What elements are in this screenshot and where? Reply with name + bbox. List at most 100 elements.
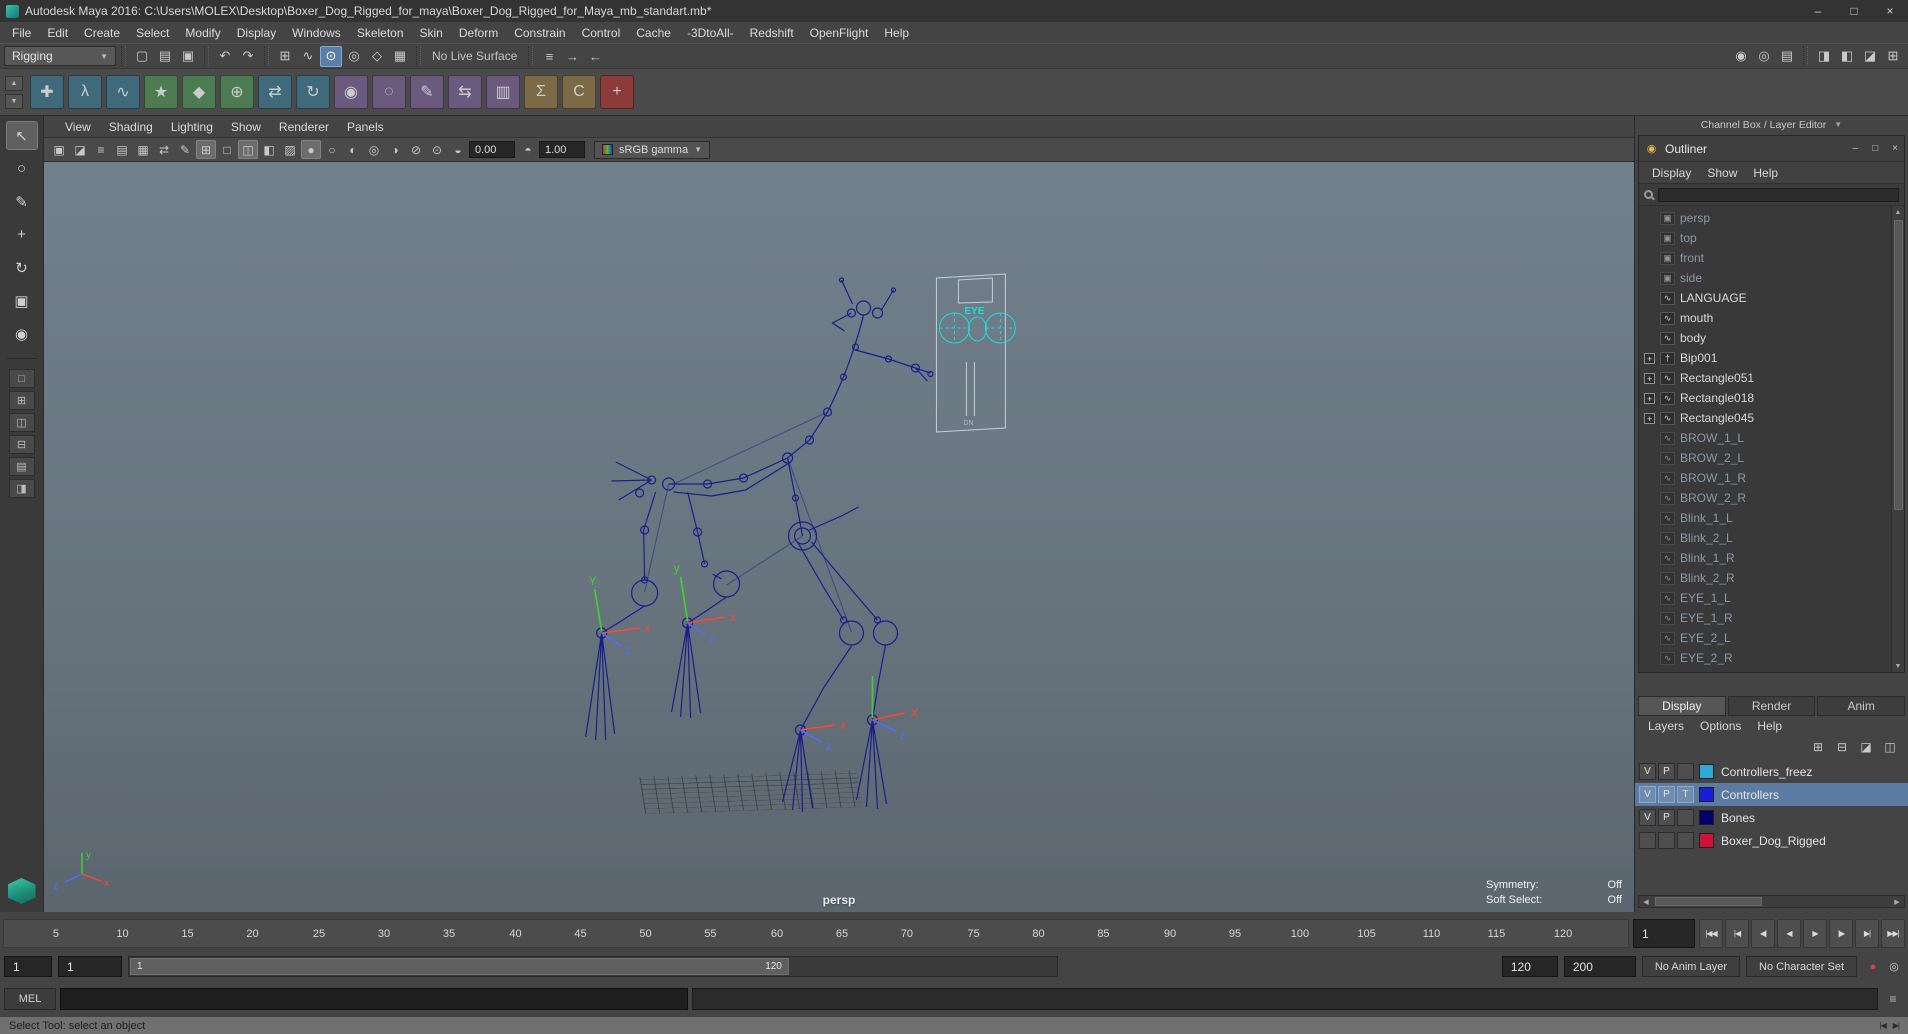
outliner-menu-help[interactable]: Help	[1745, 165, 1786, 181]
layer-visibility-cell[interactable]: V	[1639, 763, 1656, 780]
scroll-down-icon[interactable]: ▼	[1895, 660, 1902, 672]
ipr-render-icon[interactable]: ◎	[1753, 46, 1775, 67]
outliner-search-input[interactable]	[1658, 187, 1899, 202]
expand-icon[interactable]	[1644, 233, 1655, 244]
anim-layer-select[interactable]: No Anim Layer	[1641, 956, 1741, 977]
outliner-item[interactable]: ▣ top	[1639, 228, 1891, 248]
image-plane-icon[interactable]: ▦	[133, 140, 153, 159]
panel-menu-renderer[interactable]: Renderer	[270, 118, 338, 136]
outliner-maximize-button[interactable]: □	[1872, 143, 1878, 154]
wireframe-mode-icon[interactable]: ○	[322, 140, 342, 159]
shadows-toggle-icon[interactable]: ◑	[385, 140, 405, 159]
shelf-paint-skin-weights-icon[interactable]: ✎	[410, 75, 444, 109]
layer-playback-cell[interactable]: P	[1658, 809, 1675, 826]
animation-end-field[interactable]: 200	[1563, 956, 1636, 977]
four-pane-layout-button[interactable]: ⊞	[8, 391, 35, 410]
show-tool-settings-icon[interactable]: ◧	[1836, 46, 1858, 67]
outliner-item[interactable]: ∿ EYE_2_L	[1639, 628, 1891, 648]
playback-end-field[interactable]: 120	[1501, 956, 1558, 977]
outliner-item[interactable]: ∿ BROW_2_L	[1639, 448, 1891, 468]
layer-menu-options[interactable]: Options	[1692, 718, 1749, 734]
shelf-orient-joint-icon[interactable]: ↻	[296, 75, 330, 109]
outliner-item[interactable]: ∿ mouth	[1639, 308, 1891, 328]
outliner-item[interactable]: + † Bip001	[1639, 348, 1891, 368]
character-set-select[interactable]: No Character Set	[1746, 956, 1857, 977]
command-input[interactable]	[60, 988, 688, 1010]
menu-modify[interactable]: Modify	[177, 24, 228, 42]
bookmarks-icon[interactable]: ▤	[112, 140, 132, 159]
outliner-item[interactable]: ∿ Blink_1_R	[1639, 548, 1891, 568]
shelf-humanik-icon[interactable]: ◆	[182, 75, 216, 109]
expand-icon[interactable]	[1644, 273, 1655, 284]
expand-icon[interactable]: +	[1644, 352, 1655, 364]
gamma-icon[interactable]: ◓	[518, 140, 538, 159]
tab-render[interactable]: Render	[1727, 696, 1816, 716]
expand-icon[interactable]	[1644, 333, 1655, 344]
menu-constrain[interactable]: Constrain	[506, 24, 573, 42]
expand-icon[interactable]: +	[1644, 412, 1655, 424]
persp-graph-layout-button[interactable]: ⊟	[8, 435, 35, 454]
make-live-icon[interactable]: ▦	[389, 46, 411, 67]
menu-3dtoall[interactable]: -3DtoAll-	[679, 24, 742, 42]
play-backwards-button[interactable]: ◀	[1777, 919, 1801, 948]
soft-mod-tool-button[interactable]: ◉	[6, 319, 38, 348]
menu-deform[interactable]: Deform	[451, 24, 506, 42]
add-selected-layer-button[interactable]: ⊟	[1832, 738, 1852, 756]
range-slider[interactable]: 1 120	[128, 956, 1058, 977]
xray-mode-icon[interactable]: ⊘	[406, 140, 426, 159]
layer-menu-help[interactable]: Help	[1749, 718, 1790, 734]
gate-mask-icon[interactable]: ◧	[259, 140, 279, 159]
outliner-item[interactable]: ∿ Blink_2_R	[1639, 568, 1891, 588]
show-modeling-toolkit-icon[interactable]: ⊞	[1882, 46, 1904, 67]
gamma-field[interactable]: 1.00	[539, 141, 585, 158]
tab-anim[interactable]: Anim	[1817, 696, 1906, 716]
snap-to-projected-center-icon[interactable]: ◎	[343, 46, 365, 67]
open-scene-icon[interactable]: ▤	[154, 46, 176, 67]
step-back-key-button[interactable]: |◀	[1725, 919, 1749, 948]
layer-color-swatch[interactable]	[1699, 810, 1714, 825]
textured-mode-icon[interactable]: ◐	[343, 140, 363, 159]
layer-menu-layers[interactable]: Layers	[1640, 718, 1692, 734]
exposure-icon[interactable]: ◒	[448, 140, 468, 159]
menu-openflight[interactable]: OpenFlight	[802, 24, 877, 42]
outliner-item[interactable]: ∿ LANGUAGE	[1639, 288, 1891, 308]
command-output[interactable]	[692, 988, 1878, 1010]
layer-color-swatch[interactable]	[1699, 833, 1714, 848]
expand-icon[interactable]	[1644, 253, 1655, 264]
go-to-start-button[interactable]: |◀◀	[1699, 919, 1723, 948]
expand-icon[interactable]	[1644, 613, 1655, 624]
rotate-tool-button[interactable]: ↻	[6, 253, 38, 282]
current-frame-field[interactable]: 1	[1633, 919, 1695, 948]
animation-start-field[interactable]: 1	[4, 956, 52, 977]
shelf-mirror-joint-icon[interactable]: ⇄	[258, 75, 292, 109]
show-attribute-editor-icon[interactable]: ◨	[1813, 46, 1835, 67]
channel-box-layer-editor-header[interactable]: Channel Box / Layer Editor ▼	[1635, 116, 1908, 133]
menu-select[interactable]: Select	[128, 24, 177, 42]
playback-range-bar[interactable]: 1 120	[130, 958, 789, 975]
expand-icon[interactable]	[1644, 473, 1655, 484]
save-scene-icon[interactable]: ▣	[177, 46, 199, 67]
auto-keyframe-toggle-icon[interactable]: ●	[1863, 957, 1883, 977]
scrollbar-thumb[interactable]	[1655, 897, 1762, 906]
view-transform-select[interactable]: sRGB gamma ▼	[594, 140, 710, 159]
next-key-mini-icon[interactable]: ▶|	[1893, 1021, 1900, 1030]
shelf-cluster-icon[interactable]: C	[562, 75, 596, 109]
expand-icon[interactable]	[1644, 513, 1655, 524]
shelf-prev-tab-icon[interactable]: ▲	[5, 75, 23, 91]
outliner-item[interactable]: + ∿ Rectangle045	[1639, 408, 1891, 428]
go-to-end-button[interactable]: ▶▶|	[1881, 919, 1905, 948]
menu-help[interactable]: Help	[876, 24, 917, 42]
select-tool-button[interactable]: ↖	[5, 121, 38, 150]
layer-color-swatch[interactable]	[1699, 787, 1714, 802]
grease-pencil-icon[interactable]: ✎	[175, 140, 195, 159]
outliner-menu-show[interactable]: Show	[1699, 165, 1745, 181]
menu-cache[interactable]: Cache	[628, 24, 679, 42]
menu-skin[interactable]: Skin	[412, 24, 451, 42]
snap-to-view-plane-icon[interactable]: ◇	[366, 46, 388, 67]
scroll-right-icon[interactable]: ▶	[1890, 896, 1904, 907]
outliner-item[interactable]: ∿ Blink_1_L	[1639, 508, 1891, 528]
expand-icon[interactable]	[1644, 573, 1655, 584]
layer-visibility-cell[interactable]: V	[1639, 786, 1656, 803]
grid-toggle-icon[interactable]: ⊞	[196, 140, 216, 159]
undo-icon[interactable]: ↶	[214, 46, 236, 67]
